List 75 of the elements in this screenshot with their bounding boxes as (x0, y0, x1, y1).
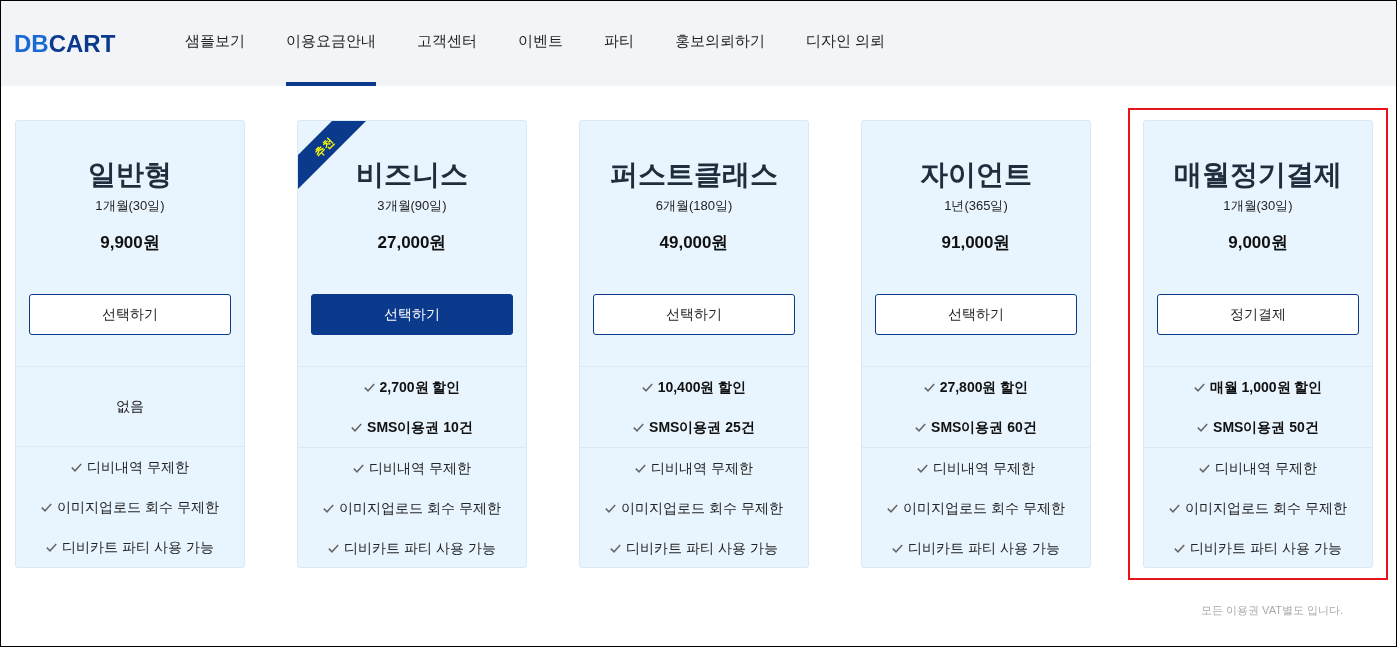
plan-period: 3개월(90일) (377, 197, 447, 215)
nav-tab[interactable]: 홍보의뢰하기 (675, 1, 765, 86)
check-icon (915, 422, 927, 432)
plan-title: 자이언트 (920, 158, 1032, 192)
bonus-text: SMS이용권 50건 (1213, 417, 1319, 437)
plan-price: 49,000원 (659, 232, 729, 254)
check-icon (605, 503, 617, 513)
check-icon (328, 543, 340, 553)
check-icon (41, 502, 53, 512)
bonus-text: SMS이용권 10건 (367, 417, 473, 437)
nav-tab[interactable]: 이벤트 (518, 1, 563, 86)
bonus-text: 10,400원 할인 (657, 377, 747, 397)
select-button[interactable]: 정기결제 (1157, 294, 1359, 335)
plan-period: 1개월(30일) (95, 197, 165, 215)
nav-tab[interactable]: 디자인 의뢰 (806, 1, 886, 86)
nav-tab[interactable]: 파티 (604, 1, 634, 86)
plan-period: 6개월(180일) (655, 197, 733, 215)
bonus-text: 2,700원 할인 (379, 377, 461, 397)
check-icon (363, 382, 375, 392)
feature-text: 디비내역 무제한 (87, 457, 189, 477)
check-icon (1199, 463, 1211, 473)
feature-text: 디비내역 무제한 (1215, 458, 1317, 478)
select-button[interactable]: 선택하기 (311, 294, 513, 335)
feature-text: 디비내역 무제한 (651, 458, 753, 478)
bonus-note: 없음 (116, 397, 144, 416)
plan-price: 9,000원 (1228, 232, 1288, 254)
bonus-text: 매월 1,000원 할인 (1209, 377, 1323, 397)
feature-text: 디비카트 파티 사용 가능 (626, 538, 778, 558)
plan-period: 1개월(30일) (1223, 197, 1293, 215)
plan-price: 9,900원 (100, 232, 160, 254)
vat-note: 모든 이용권 VAT별도 입니다. (1201, 603, 1343, 618)
check-icon (633, 422, 645, 432)
plan-price: 91,000원 (941, 232, 1011, 254)
feature-text: 디비내역 무제한 (933, 458, 1035, 478)
check-icon (1169, 503, 1181, 513)
feature-text: 디비카트 파티 사용 가능 (62, 537, 214, 557)
check-icon (46, 542, 58, 552)
feature-text: 이미지업로드 회수 무제한 (339, 498, 501, 518)
check-icon (1193, 382, 1205, 392)
logo[interactable]: DBCART (14, 29, 116, 58)
feature-text: 디비카트 파티 사용 가능 (1190, 538, 1342, 558)
select-button[interactable]: 선택하기 (875, 294, 1077, 335)
nav-tab[interactable]: 샘플보기 (185, 1, 245, 86)
check-icon (635, 463, 647, 473)
plan-title: 일반형 (88, 158, 172, 192)
select-button[interactable]: 선택하기 (29, 294, 231, 335)
check-icon (887, 503, 899, 513)
feature-text: 이미지업로드 회수 무제한 (57, 497, 219, 517)
check-icon (1174, 543, 1186, 553)
check-icon (917, 463, 929, 473)
bonus-text: SMS이용권 60건 (931, 417, 1037, 437)
plan-period: 1년(365일) (944, 197, 1008, 215)
check-icon (351, 422, 363, 432)
feature-text: 디비내역 무제한 (369, 458, 471, 478)
feature-text: 디비카트 파티 사용 가능 (344, 538, 496, 558)
feature-text: 이미지업로드 회수 무제한 (903, 498, 1065, 518)
check-icon (923, 382, 935, 392)
plan-title: 매월정기결제 (1174, 158, 1342, 192)
bonus-text: 27,800원 할인 (939, 377, 1029, 397)
select-button[interactable]: 선택하기 (593, 294, 795, 335)
check-icon (353, 463, 365, 473)
feature-text: 디비카트 파티 사용 가능 (908, 538, 1060, 558)
nav-tab[interactable]: 이용요금안내 (286, 1, 376, 86)
check-icon (1197, 422, 1209, 432)
check-icon (641, 382, 653, 392)
feature-text: 이미지업로드 회수 무제한 (1185, 498, 1347, 518)
plan-price: 27,000원 (377, 232, 447, 254)
feature-text: 이미지업로드 회수 무제한 (621, 498, 783, 518)
check-icon (323, 503, 335, 513)
nav-tab[interactable]: 고객센터 (417, 1, 477, 86)
check-icon (892, 543, 904, 553)
check-icon (71, 462, 83, 472)
plan-title: 퍼스트클래스 (610, 158, 778, 192)
check-icon (610, 543, 622, 553)
bonus-text: SMS이용권 25건 (649, 417, 755, 437)
